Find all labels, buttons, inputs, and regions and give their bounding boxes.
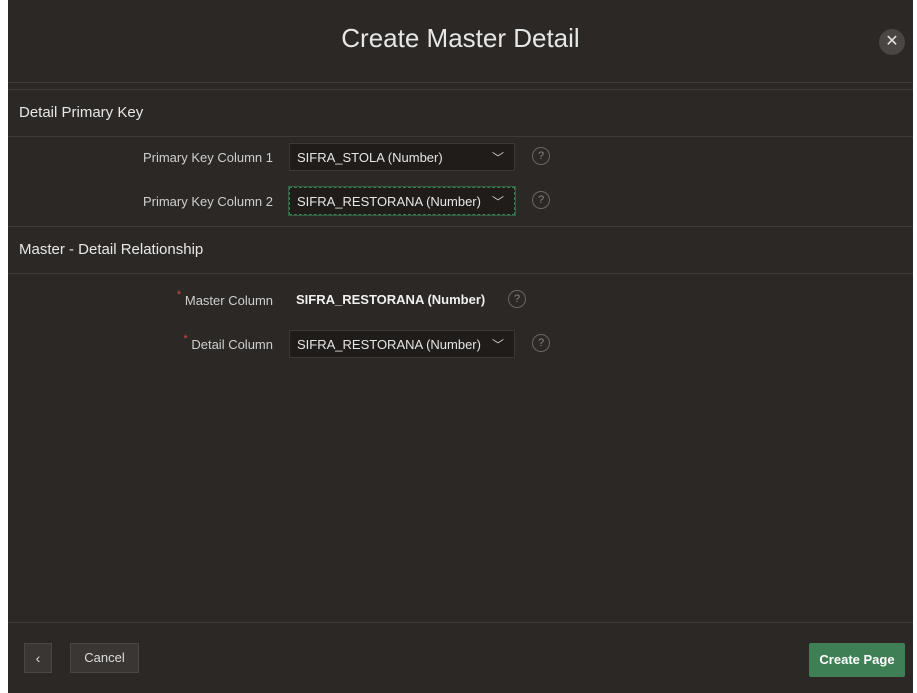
- cancel-button[interactable]: Cancel: [70, 643, 139, 673]
- close-button[interactable]: ✕: [879, 29, 905, 55]
- primary-key-column-1-select[interactable]: SIFRA_STOLA (Number) ﹀: [289, 143, 515, 171]
- section-title: Detail Primary Key: [19, 104, 144, 121]
- form-row-primary-key-2: Primary Key Column 2 SIFRA_RESTORANA (Nu…: [8, 186, 913, 217]
- dialog-footer: ‹ Cancel Create Page: [8, 622, 913, 693]
- help-icon[interactable]: ?: [532, 147, 550, 165]
- help-icon[interactable]: ?: [508, 290, 526, 308]
- field-label: Primary Key Column 2: [142, 194, 273, 209]
- section-title: Master - Detail Relationship: [19, 241, 204, 258]
- select-value: SIFRA_RESTORANA (Number): [297, 194, 481, 209]
- primary-key-column-2-select[interactable]: SIFRA_RESTORANA (Number) ﹀: [288, 186, 516, 216]
- chevron-down-icon: ﹀: [491, 151, 504, 165]
- required-marker: *: [183, 333, 188, 345]
- chevron-down-icon: ﹀: [491, 195, 504, 209]
- select-value: SIFRA_STOLA (Number): [297, 150, 443, 165]
- back-button[interactable]: ‹: [24, 643, 52, 673]
- create-master-detail-dialog: Create Master Detail ✕ Detail Primary Ke…: [8, 0, 913, 693]
- detail-column-label: Detail Column: [191, 337, 273, 352]
- field-label: * Detail Column: [183, 333, 273, 352]
- required-marker: *: [176, 289, 182, 301]
- dialog-title: Create Master Detail: [341, 23, 580, 53]
- field-label: Primary Key Column 1: [142, 150, 273, 165]
- chevron-down-icon: ﹀: [491, 338, 504, 352]
- close-icon: ✕: [885, 33, 899, 50]
- dialog-titlebar: Create Master Detail ✕: [8, 0, 913, 83]
- section-header-master-detail-relationship: Master - Detail Relationship: [8, 226, 913, 274]
- chevron-left-icon: ‹: [35, 650, 41, 666]
- master-column-value: SIFRA_RESTORANA (Number): [296, 292, 486, 307]
- help-icon[interactable]: ?: [532, 191, 550, 209]
- form-row-master-column: * Master Column SIFRA_RESTORANA (Number)…: [8, 286, 913, 316]
- create-page-button[interactable]: Create Page: [809, 643, 905, 677]
- field-label: * Master Column: [177, 289, 273, 308]
- form-row-primary-key-1: Primary Key Column 1 SIFRA_STOLA (Number…: [8, 143, 913, 173]
- select-value: SIFRA_RESTORANA (Number): [297, 337, 481, 352]
- detail-column-select[interactable]: SIFRA_RESTORANA (Number) ﹀: [289, 330, 515, 358]
- form-row-detail-column: * Detail Column SIFRA_RESTORANA (Number)…: [8, 330, 913, 360]
- master-column-label: Master Column: [184, 293, 273, 308]
- section-header-detail-primary-key: Detail Primary Key: [8, 89, 913, 137]
- help-icon[interactable]: ?: [532, 334, 550, 352]
